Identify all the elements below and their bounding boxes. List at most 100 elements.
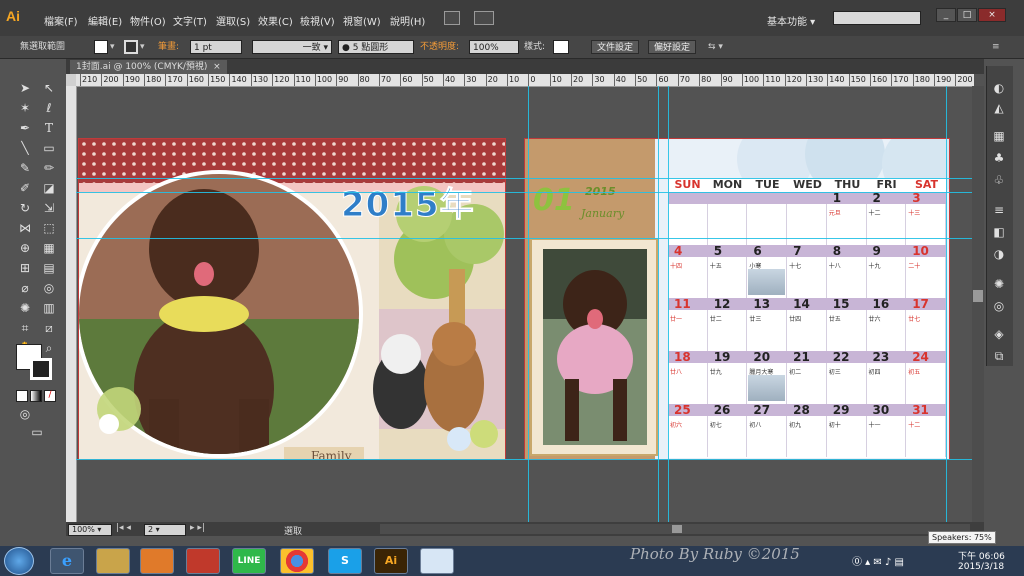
day-number[interactable]: 25: [674, 403, 691, 417]
guide-horizontal[interactable]: [76, 459, 972, 460]
menu-effect[interactable]: 效果(C): [258, 13, 293, 28]
stroke-weight-field[interactable]: 1 pt: [190, 40, 242, 54]
guide-vertical[interactable]: [658, 86, 659, 522]
horizontal-ruler[interactable]: 210 200 190 180 170 160 150 140 130 120 110 100 90 80…: [76, 74, 974, 87]
day-number[interactable]: 10: [912, 244, 929, 258]
transparency-panel-icon[interactable]: ◑: [990, 246, 1008, 262]
media-player-icon[interactable]: [140, 548, 174, 574]
stroke-dropdown-icon[interactable]: ▾: [140, 40, 145, 54]
day-number[interactable]: 4: [674, 244, 682, 258]
eraser-tool-icon[interactable]: ◪: [40, 180, 58, 196]
guide-horizontal[interactable]: [76, 192, 972, 193]
eyedropper-tool-icon[interactable]: ⌀: [16, 280, 34, 296]
guide-vertical[interactable]: [946, 86, 947, 522]
day-number[interactable]: 1: [833, 191, 841, 205]
direct-selection-tool-icon[interactable]: ↖: [40, 80, 58, 96]
blend-tool-icon[interactable]: ◎: [40, 280, 58, 296]
menu-edit[interactable]: 編輯(E): [88, 13, 122, 28]
minimize-button[interactable]: _: [936, 8, 956, 22]
perspective-grid-tool-icon[interactable]: ▦: [40, 240, 58, 256]
symbol-sprayer-tool-icon[interactable]: ✺: [16, 300, 34, 316]
free-transform-tool-icon[interactable]: ⬚: [40, 220, 58, 236]
day-number[interactable]: 17: [912, 297, 929, 311]
type-tool-icon[interactable]: T: [40, 120, 58, 136]
color-panel-icon[interactable]: ◐: [990, 80, 1008, 96]
scale-tool-icon[interactable]: ⇲: [40, 200, 58, 216]
opacity-field[interactable]: 100%: [469, 40, 519, 54]
day-number[interactable]: 24: [912, 350, 929, 364]
vertical-scroll-thumb[interactable]: [973, 290, 983, 302]
day-number[interactable]: 30: [873, 403, 890, 417]
document-setup-button[interactable]: 文件設定: [591, 40, 640, 54]
close-button[interactable]: ×: [978, 8, 1006, 22]
day-number[interactable]: 8: [833, 244, 841, 258]
guide-vertical[interactable]: [668, 86, 669, 522]
stroke-label[interactable]: 筆畫:: [158, 40, 179, 54]
width-tool-icon[interactable]: ⋈: [16, 220, 34, 236]
mesh-tool-icon[interactable]: ⊞: [16, 260, 34, 276]
menu-file[interactable]: 檔案(F): [44, 13, 78, 28]
start-button[interactable]: [4, 547, 34, 575]
paintbrush-tool-icon[interactable]: ✎: [16, 160, 34, 176]
bridge-icon[interactable]: [444, 11, 460, 25]
day-number[interactable]: 13: [753, 297, 770, 311]
day-number[interactable]: 14: [793, 297, 810, 311]
layers-panel-icon[interactable]: ◈: [990, 326, 1008, 342]
screen-mode-icon[interactable]: ▭: [28, 424, 46, 440]
day-number[interactable]: 12: [714, 297, 731, 311]
symbols-panel-icon[interactable]: ♧: [990, 172, 1008, 188]
menu-type[interactable]: 文字(T): [173, 13, 207, 28]
magic-wand-tool-icon[interactable]: ✶: [16, 100, 34, 116]
day-number[interactable]: 3: [912, 191, 920, 205]
paint-icon[interactable]: [420, 548, 454, 574]
gradient-panel-icon[interactable]: ◧: [990, 224, 1008, 240]
day-number[interactable]: 28: [793, 403, 810, 417]
day-number[interactable]: 29: [833, 403, 850, 417]
horizontal-scroll-thumb[interactable]: [672, 525, 682, 533]
day-number[interactable]: 18: [674, 350, 691, 364]
stroke-swatch[interactable]: [124, 40, 138, 54]
guide-horizontal[interactable]: [76, 178, 972, 179]
slice-tool-icon[interactable]: ⧄: [40, 320, 58, 336]
photo-app-icon[interactable]: [186, 548, 220, 574]
document-arrange-icon[interactable]: ⇆ ▾: [708, 40, 723, 54]
menu-view[interactable]: 檢視(V): [300, 13, 335, 28]
tray-icons[interactable]: ⓪ ▴ ✉ ♪ ▤: [852, 553, 904, 568]
workspace-switcher[interactable]: 基本功能 ▾: [767, 13, 815, 28]
day-number[interactable]: 21: [793, 350, 810, 364]
color-guide-icon[interactable]: ◭: [990, 100, 1008, 116]
zoom-field[interactable]: 100% ▾: [68, 524, 112, 536]
artboard-tool-icon[interactable]: ⌗: [16, 320, 34, 336]
day-number[interactable]: 27: [753, 403, 770, 417]
guide-vertical[interactable]: [528, 86, 529, 522]
zoom-tool-icon[interactable]: ⌕: [40, 340, 58, 356]
none-mode-icon[interactable]: /: [44, 390, 56, 402]
vertical-scrollbar[interactable]: [972, 86, 984, 522]
illustrator-taskbar-icon[interactable]: Ai: [374, 548, 408, 574]
ruler-origin[interactable]: [66, 74, 76, 86]
vertical-ruler[interactable]: [66, 86, 77, 522]
file-explorer-icon[interactable]: [96, 548, 130, 574]
graphic-styles-panel-icon[interactable]: ◎: [990, 298, 1008, 314]
line-app-icon[interactable]: LINE: [232, 548, 266, 574]
day-number[interactable]: 2: [873, 191, 881, 205]
day-number[interactable]: 15: [833, 297, 850, 311]
day-number[interactable]: 26: [714, 403, 731, 417]
chrome-icon[interactable]: [280, 548, 314, 574]
gradient-tool-icon[interactable]: ▤: [40, 260, 58, 276]
day-number[interactable]: 11: [674, 297, 691, 311]
artboard-nav-last-icon[interactable]: ▸ ▸|: [190, 523, 205, 533]
preferences-button[interactable]: 偏好設定: [648, 40, 697, 54]
fill-swatch[interactable]: [94, 40, 108, 54]
document-tab[interactable]: 1封面.ai @ 100% (CMYK/預視) ×: [70, 60, 227, 74]
day-number[interactable]: 6: [753, 244, 761, 258]
skype-icon[interactable]: S: [328, 548, 362, 574]
line-tool-icon[interactable]: ╲: [16, 140, 34, 156]
selection-tool-icon[interactable]: ➤: [16, 80, 34, 96]
stroke-profile-dropdown[interactable]: 一致 ▾: [252, 40, 332, 54]
help-search-input[interactable]: [833, 11, 921, 25]
day-number[interactable]: 31: [912, 403, 929, 417]
column-graph-tool-icon[interactable]: ▥: [40, 300, 58, 316]
day-number[interactable]: 23: [873, 350, 890, 364]
artboard-number-field[interactable]: 2 ▾: [144, 524, 186, 536]
